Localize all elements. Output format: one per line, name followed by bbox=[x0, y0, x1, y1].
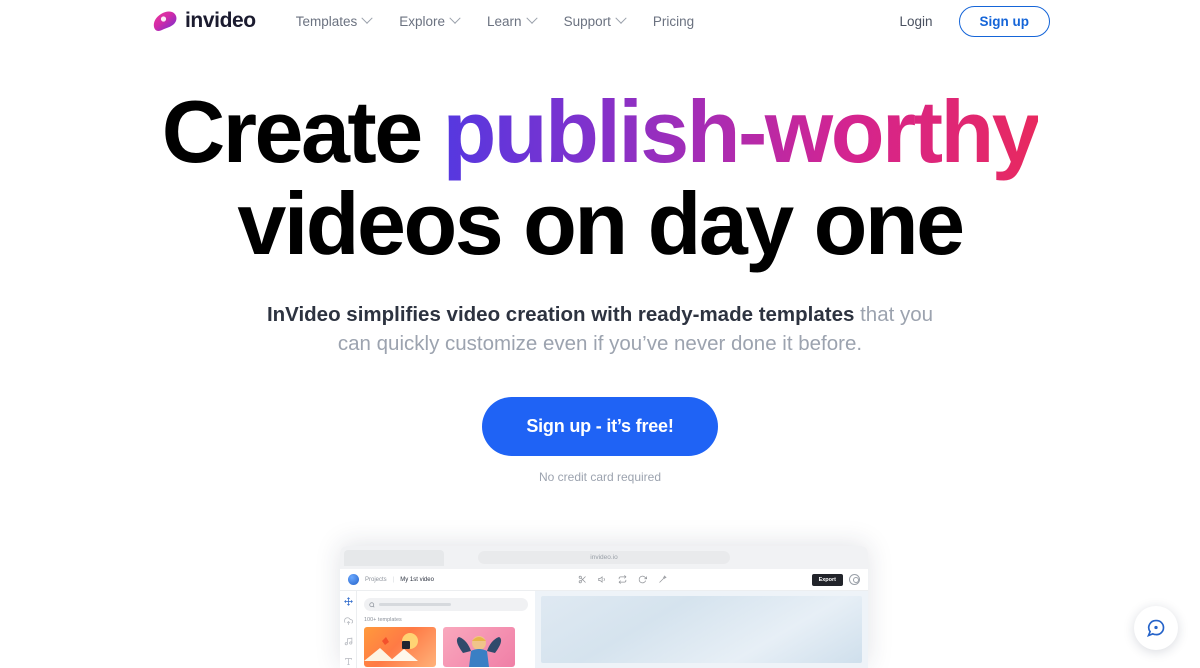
nav-item-label: Pricing bbox=[652, 13, 695, 29]
search-placeholder bbox=[379, 603, 451, 606]
chat-support-button[interactable] bbox=[1134, 606, 1178, 650]
text-icon[interactable] bbox=[344, 657, 353, 666]
templates-count-label: 100+ templates bbox=[364, 617, 402, 623]
headline-line-2: videos on day one bbox=[237, 173, 965, 273]
template-thumbnail-list bbox=[364, 627, 528, 667]
editor-body: 100+ templates bbox=[340, 591, 868, 668]
magic-wand-icon[interactable] bbox=[658, 575, 667, 584]
subhead-bold: InVideo simplifies video creation with r… bbox=[266, 303, 855, 327]
breadcrumb-current: My 1st video bbox=[400, 576, 434, 583]
nav-item-pricing[interactable]: Pricing bbox=[639, 14, 708, 29]
search-icon bbox=[369, 601, 375, 608]
transition-icon[interactable] bbox=[618, 575, 627, 584]
nav-item-learn[interactable]: Learn bbox=[473, 12, 550, 29]
browser-tab bbox=[344, 550, 444, 566]
templates-move-icon[interactable] bbox=[343, 597, 353, 606]
app-mockup: invideo.io Projects | My 1st video Expor… bbox=[340, 546, 868, 668]
nav-links: Templates Explore Learn Support Pricing bbox=[282, 12, 708, 29]
login-link[interactable]: Login bbox=[899, 14, 932, 29]
nav-item-label: Templates bbox=[295, 13, 358, 29]
signup-free-button[interactable]: Sign up - it’s free! bbox=[482, 396, 718, 456]
browser-chrome: invideo.io bbox=[340, 546, 868, 569]
hero-section: Create publish-worthy videos on day one … bbox=[0, 42, 1200, 484]
nav-item-label: Support bbox=[563, 13, 611, 29]
editor-header: Projects | My 1st video Export bbox=[340, 569, 868, 591]
cta-note: No credit card required bbox=[538, 469, 662, 484]
chevron-down-icon bbox=[525, 12, 538, 24]
templates-panel: 100+ templates bbox=[357, 591, 535, 668]
brand-name: invideo bbox=[185, 9, 256, 32]
nav-item-label: Explore bbox=[399, 13, 446, 29]
template-thumb-character[interactable] bbox=[443, 627, 515, 667]
chevron-down-icon bbox=[361, 12, 373, 24]
editor-header-actions: Export bbox=[811, 573, 860, 586]
music-note-icon[interactable] bbox=[344, 637, 353, 646]
page-title: Create publish-worthy videos on day one bbox=[0, 88, 1200, 273]
hero-subheading: InVideo simplifies video creation with r… bbox=[250, 301, 950, 358]
volume-icon[interactable] bbox=[598, 575, 607, 584]
editor-toolbar bbox=[578, 575, 667, 584]
user-avatar-icon[interactable] bbox=[848, 574, 860, 585]
chat-bubble-icon bbox=[1146, 619, 1165, 637]
search-input[interactable] bbox=[364, 598, 528, 611]
breadcrumb-separator: | bbox=[392, 576, 395, 583]
template-thumb-runner[interactable] bbox=[364, 627, 436, 667]
signup-button[interactable]: Sign up bbox=[958, 5, 1050, 37]
invideo-blob-logo-icon bbox=[150, 6, 180, 36]
video-preview-stage bbox=[535, 591, 868, 668]
cta-area: Sign up - it’s free! No credit card requ… bbox=[0, 396, 1200, 484]
rotate-icon[interactable] bbox=[638, 575, 648, 584]
nav-item-support[interactable]: Support bbox=[550, 12, 639, 29]
top-navigation-bar: invideo Templates Explore Learn Support … bbox=[0, 0, 1200, 42]
headline-plain: Create bbox=[161, 82, 443, 181]
nav-actions: Login Sign up bbox=[899, 5, 1050, 37]
nav-item-label: Learn bbox=[487, 13, 522, 29]
nav-item-explore[interactable]: Explore bbox=[385, 12, 473, 29]
export-button[interactable]: Export bbox=[811, 573, 843, 586]
cloud-upload-icon[interactable] bbox=[343, 617, 353, 626]
brand-logo[interactable]: invideo bbox=[150, 6, 256, 36]
editor-sidebar-rail bbox=[340, 591, 357, 668]
headline-gradient: publish-worthy bbox=[442, 82, 1041, 181]
chevron-down-icon bbox=[449, 12, 461, 24]
landing-page: invideo Templates Explore Learn Support … bbox=[0, 0, 1200, 668]
chevron-down-icon bbox=[615, 12, 627, 24]
nav-item-templates[interactable]: Templates bbox=[282, 12, 386, 29]
browser-address-bar: invideo.io bbox=[478, 551, 730, 564]
breadcrumb-root[interactable]: Projects bbox=[365, 577, 387, 583]
editor-logo-icon bbox=[348, 574, 359, 585]
cut-icon[interactable] bbox=[578, 575, 587, 584]
video-preview[interactable] bbox=[541, 596, 862, 663]
